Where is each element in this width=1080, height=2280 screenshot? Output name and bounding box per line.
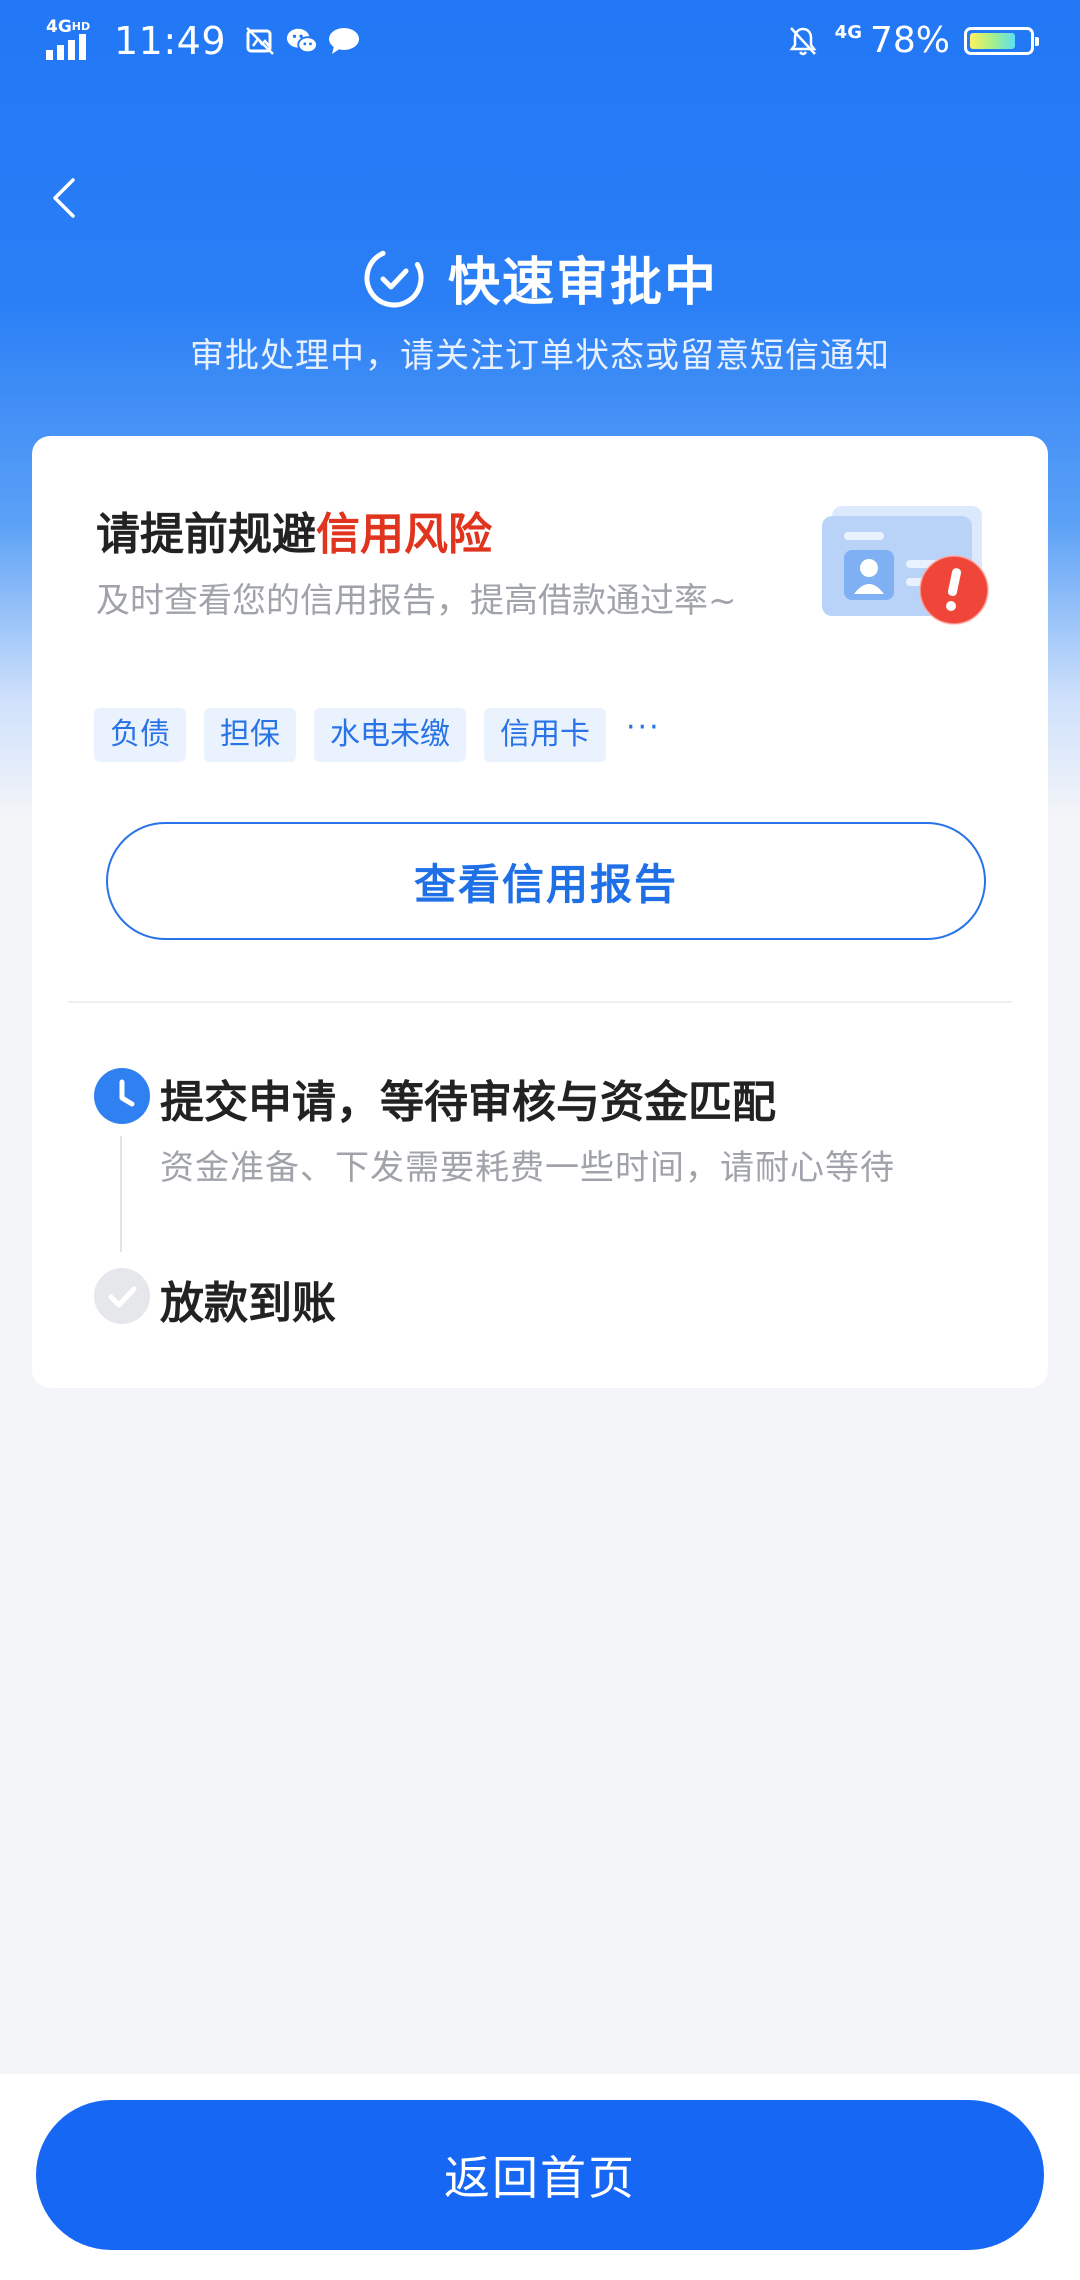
status-card: 请提前规避信用风险 及时查看您的信用报告，提高借款通过率~ 负债 担保 水电未缴… — [32, 436, 1048, 1388]
risk-title-highlight: 信用风险 — [316, 509, 492, 560]
tag-item: 负债 — [94, 708, 186, 762]
back-button[interactable] — [40, 168, 88, 228]
return-home-button[interactable]: 返回首页 — [36, 2100, 1044, 2250]
network-type-label: 4G — [834, 22, 862, 43]
status-time: 11:49 — [114, 19, 227, 63]
divider — [68, 1001, 1012, 1003]
chevron-left-icon — [53, 178, 75, 218]
message-icon — [328, 25, 360, 57]
step-description: 资金准备、下发需要耗费一些时间，请耐心等待 — [160, 1148, 895, 1188]
risk-title-prefix: 请提前规避 — [96, 509, 316, 560]
cellular-signal-icon: 4GHD — [46, 18, 102, 64]
tag-item: 水电未缴 — [314, 708, 466, 762]
battery-percent: 78% — [869, 20, 950, 61]
bottom-bar: 返回首页 — [0, 2074, 1080, 2280]
clock-icon — [94, 1068, 150, 1124]
screenshot-app-icon — [244, 25, 276, 57]
view-credit-report-button[interactable]: 查看信用报告 — [106, 822, 986, 940]
status-bar: 4GHD 11:49 4G 78% — [0, 0, 1080, 84]
risk-title: 请提前规避信用风险 — [96, 498, 492, 562]
approval-check-icon — [362, 246, 426, 310]
title-row: 快速审批中 — [0, 240, 1080, 315]
check-circle-icon — [94, 1268, 150, 1324]
step-title: 提交申请，等待审核与资金匹配 — [160, 1077, 776, 1128]
tags-more-icon: ··· — [626, 709, 661, 745]
credit-warning-illustration-icon — [814, 492, 1004, 642]
tag-item: 担保 — [204, 708, 296, 762]
step-connector-line — [120, 1136, 122, 1252]
risk-tags: 负债 担保 水电未缴 信用卡 ··· — [94, 708, 661, 762]
step-title: 放款到账 — [160, 1278, 336, 1329]
wechat-icon — [286, 25, 319, 57]
mute-bell-icon — [787, 25, 819, 57]
page-subtitle: 审批处理中，请关注订单状态或留意短信通知 — [190, 336, 890, 376]
risk-description: 及时查看您的信用报告，提高借款通过率~ — [96, 581, 737, 621]
page-title: 快速审批中 — [447, 253, 718, 313]
battery-icon — [964, 26, 1039, 55]
tag-item: 信用卡 — [484, 708, 606, 762]
